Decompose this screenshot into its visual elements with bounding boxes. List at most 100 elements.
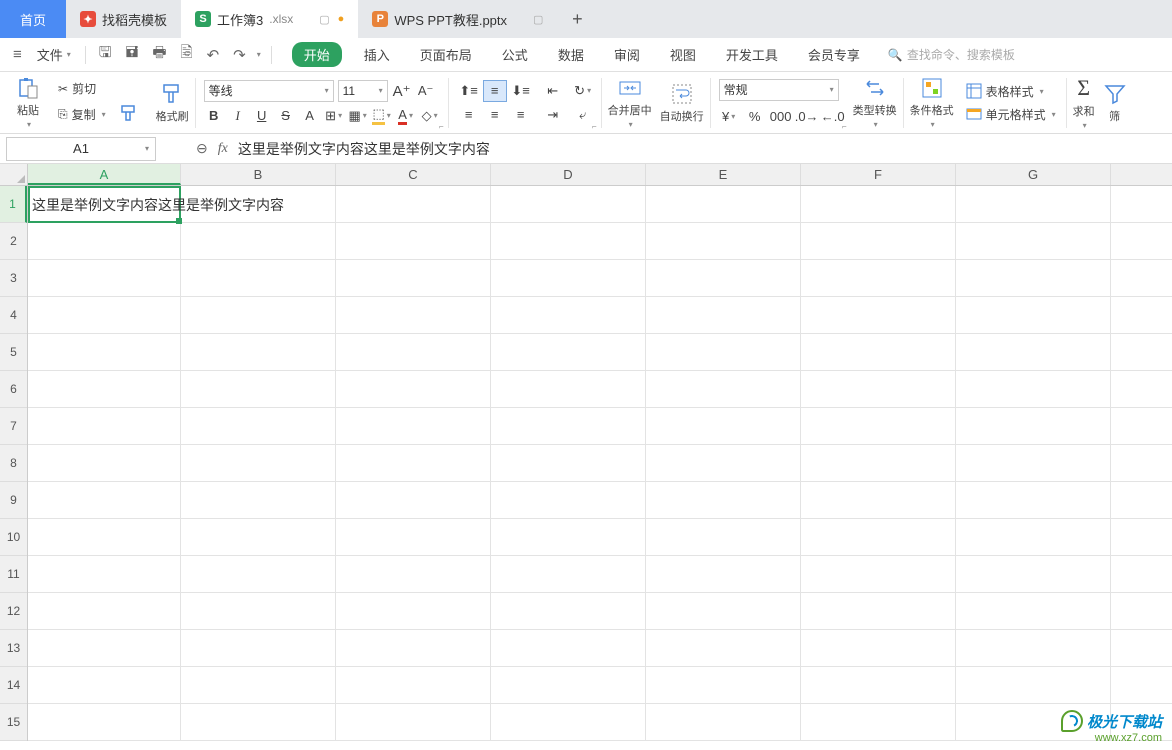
cell[interactable]	[801, 297, 956, 333]
hamburger-icon[interactable]: ≡	[10, 46, 25, 63]
col-header-B[interactable]: B	[181, 164, 336, 185]
cell[interactable]	[28, 371, 181, 407]
fill-pattern-button[interactable]: ▦	[348, 106, 368, 126]
align-bottom-icon[interactable]: ⬇≡	[509, 80, 533, 102]
percent-icon[interactable]: %	[745, 107, 765, 127]
align-center-icon[interactable]: ≡	[483, 104, 507, 126]
cell[interactable]	[646, 260, 801, 296]
cell[interactable]	[801, 371, 956, 407]
increase-font-icon[interactable]: A⁺	[392, 81, 412, 101]
home-tab[interactable]: 首页	[0, 0, 66, 38]
cell[interactable]	[646, 704, 801, 740]
increase-indent-icon[interactable]: ⇥	[543, 105, 563, 125]
cell[interactable]	[801, 223, 956, 259]
cell[interactable]	[646, 630, 801, 666]
cell[interactable]	[801, 556, 956, 592]
cell[interactable]	[336, 556, 491, 592]
cell[interactable]	[646, 519, 801, 555]
number-dialog-launcher[interactable]: ⌐	[842, 122, 847, 131]
paste-button[interactable]: 粘贴	[12, 76, 44, 129]
cell[interactable]	[801, 704, 956, 740]
col-header-F[interactable]: F	[801, 164, 956, 185]
window-icon[interactable]: ▢	[319, 13, 329, 26]
font-name-select[interactable]: 等线▾	[204, 80, 334, 102]
decrease-decimal-icon[interactable]: ←.0	[823, 107, 843, 127]
cell[interactable]	[491, 260, 646, 296]
name-box[interactable]: A1	[6, 137, 156, 161]
cell[interactable]	[801, 667, 956, 703]
cell[interactable]	[956, 223, 1111, 259]
cell[interactable]	[801, 408, 956, 444]
tab-data[interactable]: 数据	[550, 42, 592, 67]
merge-button[interactable]: 合并居中	[604, 76, 656, 129]
cell[interactable]	[181, 519, 336, 555]
copy-button[interactable]: ⎘复制	[56, 102, 108, 126]
cell[interactable]	[491, 186, 646, 222]
tab-vip[interactable]: 会员专享	[800, 42, 868, 67]
comma-icon[interactable]: 000	[771, 107, 791, 127]
cell[interactable]	[646, 556, 801, 592]
font-size-select[interactable]: 11▾	[338, 80, 388, 102]
cell[interactable]	[956, 260, 1111, 296]
fill-color-button[interactable]: ⬚	[372, 106, 392, 126]
cell[interactable]	[336, 704, 491, 740]
row-header-14[interactable]: 14	[0, 667, 27, 704]
undo-icon[interactable]: ↶	[204, 46, 223, 64]
cell[interactable]	[181, 556, 336, 592]
cell[interactable]	[801, 482, 956, 518]
cell[interactable]	[28, 519, 181, 555]
tab-insert[interactable]: 插入	[356, 42, 398, 67]
cell[interactable]	[181, 630, 336, 666]
font-color-button[interactable]: A	[396, 106, 416, 126]
align-right-icon[interactable]: ≡	[509, 104, 533, 126]
cell[interactable]	[336, 260, 491, 296]
row-header-13[interactable]: 13	[0, 630, 27, 667]
cell[interactable]	[801, 593, 956, 629]
tab-dev[interactable]: 开发工具	[718, 42, 786, 67]
cell[interactable]	[646, 445, 801, 481]
print-icon[interactable]: 🖶	[149, 42, 169, 67]
type-convert-button[interactable]: 类型转换	[849, 76, 901, 129]
cell[interactable]	[956, 593, 1111, 629]
cell[interactable]	[28, 297, 181, 333]
cell[interactable]	[181, 408, 336, 444]
currency-icon[interactable]: ¥	[719, 107, 739, 127]
cell[interactable]	[336, 297, 491, 333]
cell[interactable]	[28, 223, 181, 259]
format-painter-button[interactable]	[114, 102, 146, 126]
font-effects-button[interactable]: A	[300, 106, 320, 126]
tab-layout[interactable]: 页面布局	[412, 42, 480, 67]
cell[interactable]	[28, 630, 181, 666]
row-header-4[interactable]: 4	[0, 297, 27, 334]
orientation-icon[interactable]: ↻	[573, 81, 593, 101]
cell[interactable]	[28, 556, 181, 592]
new-tab-button[interactable]: +	[557, 0, 597, 38]
col-header-G[interactable]: G	[956, 164, 1111, 185]
decrease-font-icon[interactable]: A⁻	[416, 81, 436, 101]
cell[interactable]	[646, 482, 801, 518]
tab-formula[interactable]: 公式	[494, 42, 536, 67]
cell[interactable]	[491, 630, 646, 666]
cell[interactable]	[956, 445, 1111, 481]
cell[interactable]	[336, 593, 491, 629]
cell[interactable]	[28, 667, 181, 703]
cell[interactable]	[181, 704, 336, 740]
cell[interactable]	[181, 667, 336, 703]
cell[interactable]	[956, 334, 1111, 370]
cell[interactable]	[28, 334, 181, 370]
cell[interactable]	[646, 223, 801, 259]
select-all-corner[interactable]	[0, 164, 28, 186]
cell[interactable]	[336, 408, 491, 444]
cell[interactable]	[956, 482, 1111, 518]
cell[interactable]	[646, 334, 801, 370]
cell[interactable]	[491, 297, 646, 333]
cell[interactable]	[28, 408, 181, 444]
cell[interactable]	[956, 371, 1111, 407]
cell[interactable]	[646, 408, 801, 444]
cell[interactable]	[491, 519, 646, 555]
table-style-button[interactable]: 表格样式	[964, 82, 1058, 101]
command-search[interactable]: 🔍 查找命令、搜索模板	[888, 46, 1015, 63]
cell[interactable]	[491, 445, 646, 481]
font-dialog-launcher[interactable]: ⌐	[439, 122, 444, 131]
cell[interactable]	[28, 260, 181, 296]
